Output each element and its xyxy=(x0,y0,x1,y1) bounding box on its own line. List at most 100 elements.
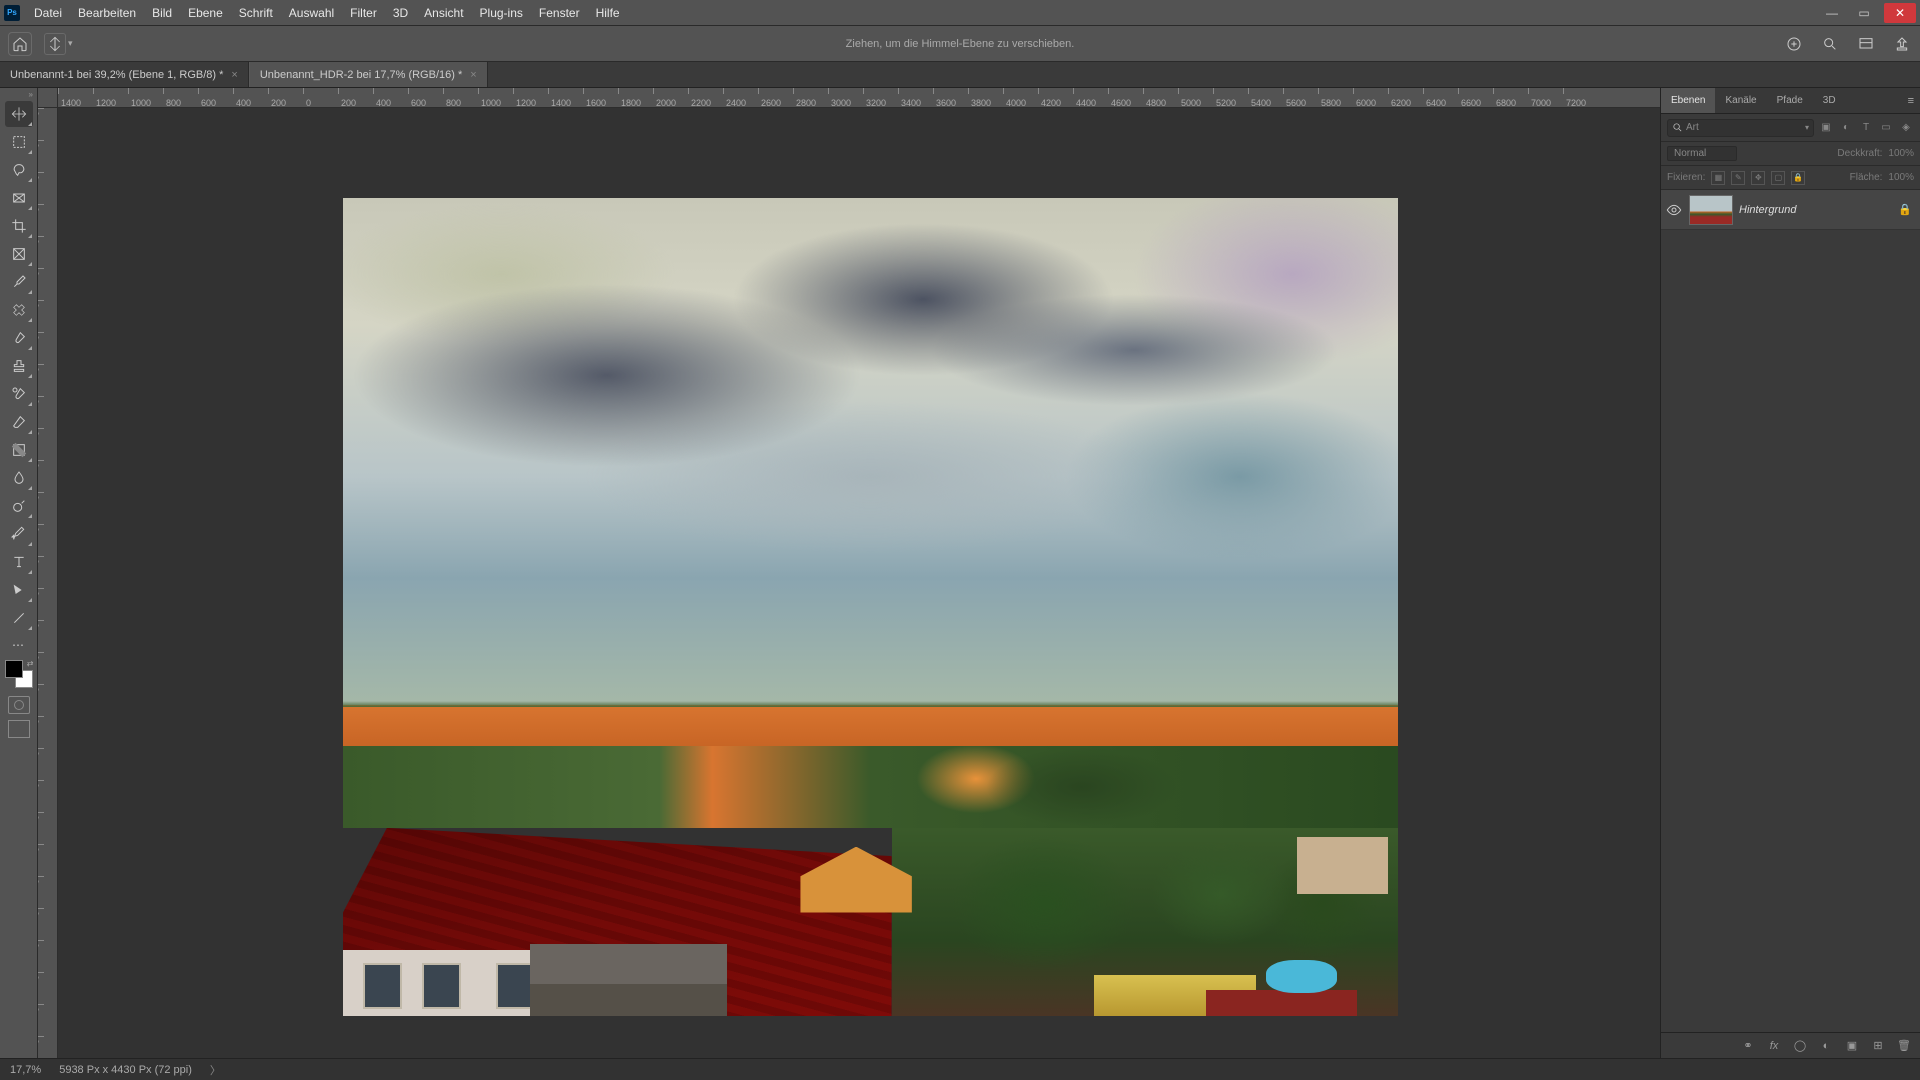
ruler-origin[interactable] xyxy=(38,88,58,108)
fill-value[interactable]: 100% xyxy=(1888,172,1914,183)
pen-tool[interactable] xyxy=(5,521,33,547)
opacity-value[interactable]: 100% xyxy=(1888,148,1914,159)
menu-hilfe[interactable]: Hilfe xyxy=(588,2,628,24)
lock-move-icon[interactable]: ✥ xyxy=(1751,171,1765,185)
close-tab-icon[interactable]: × xyxy=(231,69,237,81)
menu-ansicht[interactable]: Ansicht xyxy=(416,2,471,24)
blur-tool[interactable] xyxy=(5,465,33,491)
menu-datei[interactable]: Datei xyxy=(26,2,70,24)
menu-ebene[interactable]: Ebene xyxy=(180,2,231,24)
menu-auswahl[interactable]: Auswahl xyxy=(281,2,342,24)
doc-tab-1[interactable]: Unbenannt_HDR-2 bei 17,7% (RGB/16) *× xyxy=(249,62,488,87)
panel-tab-3d[interactable]: 3D xyxy=(1813,88,1846,113)
blend-mode-select[interactable]: Normal xyxy=(1667,146,1737,161)
status-dims[interactable]: 5938 Px x 4430 Px (72 ppi) xyxy=(59,1064,192,1076)
dodge-tool[interactable] xyxy=(5,493,33,519)
home-button[interactable] xyxy=(8,32,32,56)
search-icon[interactable] xyxy=(1820,34,1840,54)
eraser-tool[interactable] xyxy=(5,409,33,435)
menu-bild[interactable]: Bild xyxy=(144,2,180,24)
ruler-tick: 200 xyxy=(338,88,356,94)
filter-type-icon[interactable]: T xyxy=(1858,120,1874,136)
lock-pixels-icon[interactable]: ▦ xyxy=(1711,171,1725,185)
layer-filter-search[interactable]: Art ▾ xyxy=(1667,119,1814,137)
filter-shape-icon[interactable]: ▭ xyxy=(1878,120,1894,136)
active-tool-icon[interactable] xyxy=(44,33,66,55)
brush-tool[interactable] xyxy=(5,325,33,351)
color-swatches[interactable]: ⇄ xyxy=(5,660,33,688)
lock-artboard-icon[interactable]: ▢ xyxy=(1771,171,1785,185)
heal-tool[interactable] xyxy=(5,297,33,323)
workspace-icon[interactable] xyxy=(1856,34,1876,54)
status-arrow-icon[interactable]: 〉 xyxy=(210,1062,221,1078)
move-tool[interactable] xyxy=(5,101,33,127)
doc-tab-0[interactable]: Unbenannt-1 bei 39,2% (Ebene 1, RGB/8) *… xyxy=(0,62,249,87)
type-tool[interactable] xyxy=(5,549,33,575)
stamp-tool[interactable] xyxy=(5,353,33,379)
tools-collapse[interactable]: » xyxy=(0,90,37,100)
ruler-tick: 0 xyxy=(38,236,44,244)
line-tool[interactable] xyxy=(5,605,33,631)
layer-mask-icon[interactable]: ◯ xyxy=(1792,1039,1808,1052)
window-maximize[interactable]: ▭ xyxy=(1848,3,1880,23)
lock-position-icon[interactable]: ✎ xyxy=(1731,171,1745,185)
menu-filter[interactable]: Filter xyxy=(342,2,385,24)
tool-preset-chevron[interactable]: ▾ xyxy=(68,38,80,49)
app-logo: Ps xyxy=(4,5,20,21)
fg-color-swatch[interactable] xyxy=(5,660,23,678)
screenmode-icon[interactable] xyxy=(8,720,30,738)
panel-tab-kanäle[interactable]: Kanäle xyxy=(1715,88,1766,113)
menu-fenster[interactable]: Fenster xyxy=(531,2,588,24)
document-image[interactable] xyxy=(343,198,1398,1016)
ruler-vertical[interactable]: 0000000000000000000000000000000 xyxy=(38,108,58,1058)
layer-group-icon[interactable]: ▣ xyxy=(1844,1039,1860,1052)
layer-row[interactable]: Hintergrund🔒 xyxy=(1661,190,1920,230)
layer-thumbnail[interactable] xyxy=(1689,195,1733,225)
share-icon[interactable] xyxy=(1892,34,1912,54)
ruler-tick: 4000 xyxy=(1003,88,1026,94)
window-close[interactable]: ✕ xyxy=(1884,3,1916,23)
panel-tab-pfade[interactable]: Pfade xyxy=(1767,88,1813,113)
swap-colors-icon[interactable]: ⇄ xyxy=(27,659,34,668)
history-tool[interactable] xyxy=(5,381,33,407)
ruler-tick: 1000 xyxy=(478,88,501,94)
cloud-docs-icon[interactable] xyxy=(1784,34,1804,54)
quickmask-icon[interactable] xyxy=(8,696,30,714)
crop-tool[interactable] xyxy=(5,213,33,239)
menu-plug-ins[interactable]: Plug-ins xyxy=(472,2,531,24)
adjustment-layer-icon[interactable]: ◐ xyxy=(1818,1040,1834,1052)
filter-smart-icon[interactable]: ◈ xyxy=(1898,120,1914,136)
menu-schrift[interactable]: Schrift xyxy=(231,2,281,24)
ruler-tick: 0 xyxy=(303,88,311,94)
gradient-tool[interactable] xyxy=(5,437,33,463)
layer-fx-icon[interactable]: fx xyxy=(1766,1040,1782,1052)
frame-tool[interactable] xyxy=(5,241,33,267)
filter-pixel-icon[interactable]: ▣ xyxy=(1818,120,1834,136)
menu-3d[interactable]: 3D xyxy=(385,2,416,24)
panel-tab-ebenen[interactable]: Ebenen xyxy=(1661,88,1715,113)
path-tool[interactable] xyxy=(5,577,33,603)
eyedropper-tool[interactable] xyxy=(5,269,33,295)
more-tools-icon[interactable]: ⋯ xyxy=(5,636,33,654)
new-layer-icon[interactable]: ⊞ xyxy=(1870,1039,1886,1052)
ruler-tick: 2200 xyxy=(688,88,711,94)
window-minimize[interactable]: — xyxy=(1816,3,1848,23)
menu-bearbeiten[interactable]: Bearbeiten xyxy=(70,2,144,24)
ruler-tick: 200 xyxy=(268,88,286,94)
lasso-tool[interactable] xyxy=(5,157,33,183)
visibility-eye-icon[interactable] xyxy=(1665,202,1683,218)
marquee-tool[interactable] xyxy=(5,129,33,155)
ruler-horizontal[interactable]: 1400120010008006004002000200400600800100… xyxy=(58,88,1660,108)
panel-menu-icon[interactable]: ≡ xyxy=(1902,88,1920,113)
link-layers-icon[interactable]: ⚭ xyxy=(1740,1039,1756,1052)
lock-all-icon[interactable]: 🔒 xyxy=(1791,171,1805,185)
wand-tool[interactable] xyxy=(5,185,33,211)
status-zoom[interactable]: 17,7% xyxy=(10,1064,41,1076)
canvas-viewport[interactable] xyxy=(58,108,1660,1058)
layer-name[interactable]: Hintergrund xyxy=(1739,204,1796,216)
ruler-tick: 3600 xyxy=(933,88,956,94)
close-tab-icon[interactable]: × xyxy=(470,69,476,81)
ruler-tick: 0 xyxy=(38,652,44,660)
delete-layer-icon[interactable]: 🗑 xyxy=(1896,1039,1912,1052)
filter-adjust-icon[interactable]: ◐ xyxy=(1838,120,1854,136)
